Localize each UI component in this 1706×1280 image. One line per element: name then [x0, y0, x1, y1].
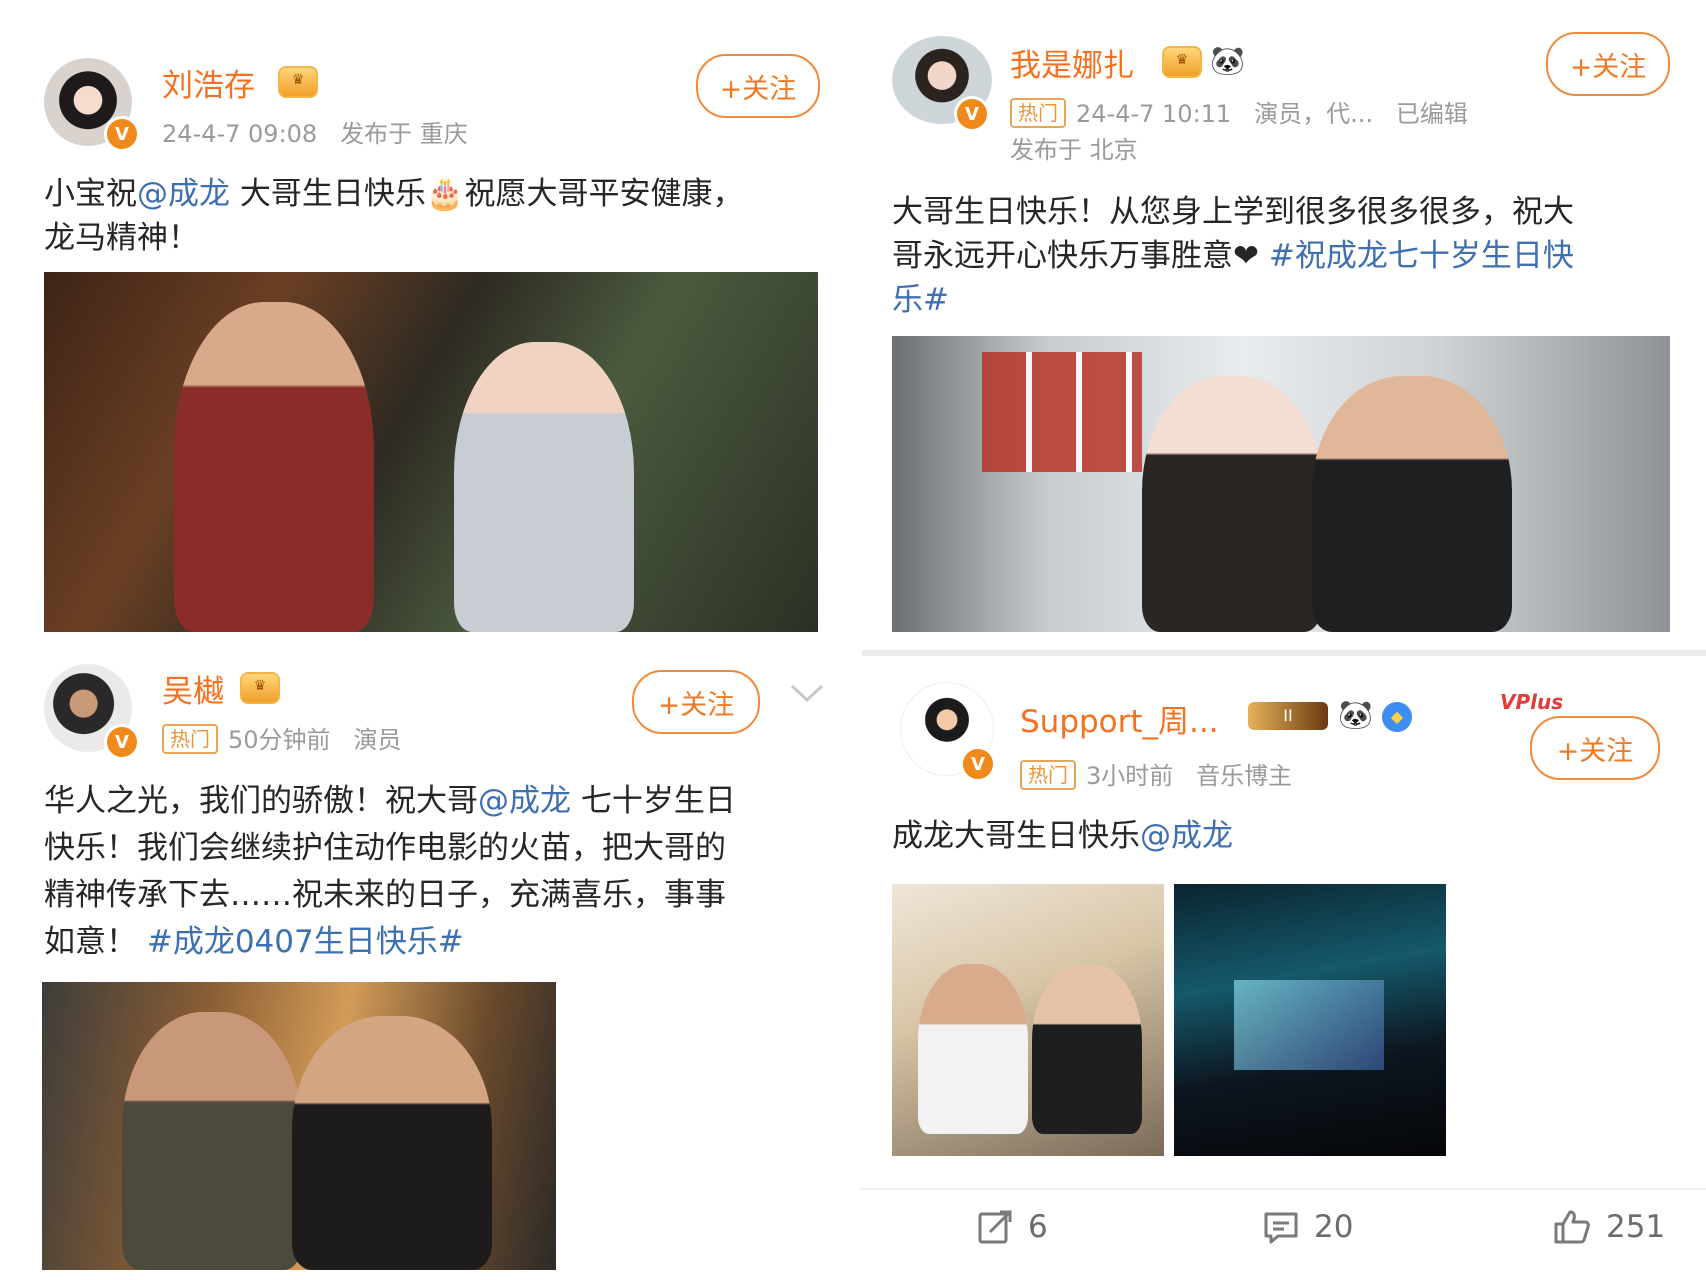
stage-screen: [1234, 980, 1384, 1070]
post-meta: 热门 24-4-7 10:11 演员，代... 已编辑: [1010, 94, 1468, 129]
person-figure: [1312, 376, 1512, 632]
hashtag-link[interactable]: #祝成龙七十岁生日快: [1269, 238, 1574, 274]
verified-icon: V: [104, 116, 140, 152]
follow-button[interactable]: +关注: [632, 670, 760, 734]
post-time: 50分钟前: [228, 726, 331, 754]
post-image[interactable]: [42, 982, 556, 1270]
post-time: 24-4-7 09:08: [162, 120, 318, 148]
verified-blue-icon: ◆: [1382, 702, 1412, 732]
repost-button[interactable]: 6: [976, 1208, 1048, 1246]
follow-button[interactable]: +关注: [1546, 32, 1670, 96]
text-segment: 哥永远开心快乐万事胜意❤: [892, 238, 1259, 274]
actions-divider: [860, 1188, 1706, 1190]
verified-icon: V: [960, 746, 996, 782]
post-meta: 24-4-7 09:08 发布于 重庆: [162, 114, 468, 149]
text-segment: 七十岁生日: [571, 783, 736, 819]
person-figure: [918, 964, 1028, 1134]
hot-badge: 热门: [162, 724, 218, 754]
hashtag-link[interactable]: 乐#: [892, 282, 949, 318]
text-segment: 龙马精神！: [44, 220, 199, 256]
person-figure: [1142, 376, 1322, 632]
comment-button[interactable]: 20: [1262, 1208, 1353, 1246]
person-figure: [1032, 964, 1142, 1134]
repost-icon: [978, 1210, 1012, 1244]
text-segment: 精神传承下去……祝未来的日子，充满喜乐，事事: [44, 877, 726, 913]
mention-link[interactable]: @成龙: [1140, 818, 1233, 854]
author-name[interactable]: 刘浩存: [162, 60, 255, 105]
panda-icon: 🐼: [1338, 698, 1373, 731]
text-segment: 大哥生日快乐🎂祝愿大哥平安健康，: [230, 176, 744, 212]
post-text: 华人之光，我们的骄傲！祝大哥@成龙 七十岁生日 快乐！我们会继续护住动作电影的火…: [44, 778, 834, 966]
verified-icon: V: [104, 724, 140, 760]
follow-button[interactable]: +关注: [1530, 716, 1660, 780]
person-figure: [454, 342, 634, 632]
post-image[interactable]: [892, 336, 1670, 632]
post-location: 发布于 重庆: [340, 120, 468, 148]
panda-icon: 🐼: [1210, 44, 1245, 77]
crown-icon: ♛: [240, 672, 280, 704]
post-nazha: V 我是娜扎 ♛ 🐼 热门 24-4-7 10:11 演员，代... 已编辑 发布…: [860, 0, 1706, 640]
text-segment: 华人之光，我们的骄傲！祝大哥: [44, 783, 478, 819]
like-icon: [1554, 1210, 1590, 1244]
post-role: 演员，代...: [1254, 100, 1373, 128]
author-name[interactable]: Support_周...: [1020, 696, 1219, 741]
vplus-badge: VPlus: [1500, 690, 1564, 714]
post-time: 24-4-7 10:11: [1076, 100, 1232, 128]
hot-badge: 热门: [1010, 98, 1066, 128]
post-image[interactable]: [1174, 884, 1446, 1156]
mention-link[interactable]: @成龙: [478, 783, 571, 819]
post-text: 成龙大哥生日快乐@成龙: [892, 814, 1692, 858]
post-liuhaocun: V 刘浩存 ♛ 24-4-7 09:08 发布于 重庆 +关注 小宝祝@成龙 大…: [0, 0, 840, 640]
follow-button[interactable]: +关注: [696, 54, 820, 118]
edited-label: 已编辑: [1395, 100, 1468, 128]
crown-icon: ♛: [1162, 46, 1202, 78]
like-count: 251: [1606, 1209, 1666, 1245]
fan-level-badge: II: [1248, 702, 1328, 730]
post-wuyue: V 吴樾 ♛ 热门 50分钟前 演员 +关注 华人之光，我们的骄傲！祝大哥@成龙 …: [0, 650, 840, 1280]
post-image[interactable]: [44, 272, 818, 632]
person-figure: [122, 1012, 302, 1270]
person-figure: [174, 302, 374, 632]
mention-link[interactable]: @成龙: [137, 176, 230, 212]
comment-icon: [1264, 1212, 1298, 1244]
verified-icon: V: [954, 96, 990, 132]
hashtag-link[interactable]: #成龙0407生日快乐#: [147, 924, 464, 960]
post-meta: 热门 50分钟前 演员: [162, 720, 401, 755]
text-segment: 快乐！我们会继续护住动作电影的火苗，把大哥的: [44, 830, 726, 866]
post-text: 大哥生日快乐！从您身上学到很多很多很多，祝大 哥永远开心快乐万事胜意❤ #祝成龙…: [892, 190, 1692, 322]
post-text: 小宝祝@成龙 大哥生日快乐🎂祝愿大哥平安健康， 龙马精神！: [44, 172, 824, 260]
text-segment: 小宝祝: [44, 176, 137, 212]
author-name[interactable]: 吴樾: [162, 666, 224, 711]
fan-level: II: [1283, 706, 1293, 725]
crown-icon: ♛: [278, 66, 318, 98]
comment-count: 20: [1314, 1209, 1354, 1245]
post-time: 3小时前: [1086, 762, 1174, 790]
post-role: 音乐博主: [1196, 762, 1293, 790]
poster-wall: [982, 352, 1142, 472]
author-name[interactable]: 我是娜扎: [1010, 40, 1134, 85]
post-meta: 热门 3小时前 音乐博主: [1020, 756, 1292, 791]
text-segment: 如意！: [44, 924, 137, 960]
like-button[interactable]: 251: [1552, 1208, 1665, 1246]
repost-count: 6: [1028, 1209, 1048, 1245]
chevron-down-icon[interactable]: [790, 684, 824, 704]
post-location: 发布于 北京: [1010, 136, 1138, 164]
hot-badge: 热门: [1020, 760, 1076, 790]
text-segment: 成龙大哥生日快乐: [892, 818, 1140, 854]
post-image[interactable]: [892, 884, 1164, 1156]
text-segment: 大哥生日快乐！从您身上学到很多很多很多，祝大: [892, 194, 1574, 230]
post-role: 演员: [353, 726, 402, 754]
post-support-zhou: V Support_周... II 🐼 ◆ 热门 3小时前 音乐博主 VPlus …: [860, 656, 1706, 1280]
person-figure: [292, 1016, 492, 1270]
